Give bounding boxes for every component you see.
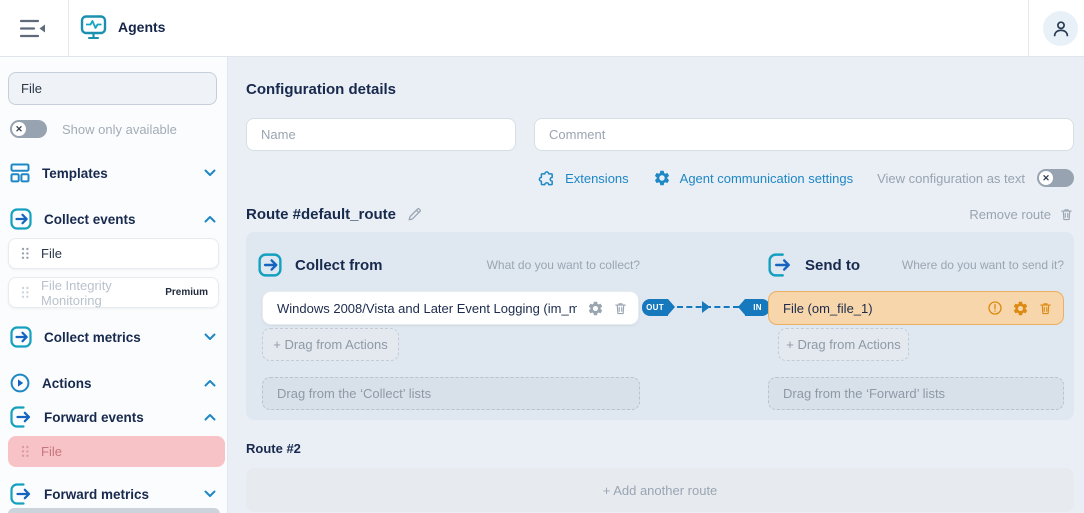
route-title: Route #default_route	[246, 206, 396, 223]
forward-item-file-selected[interactable]: File	[8, 436, 225, 467]
partially-visible-item	[8, 508, 220, 513]
collect-drag-from-actions-button[interactable]: + Drag from Actions	[262, 328, 399, 361]
toggle-off-icon: ✕	[1039, 171, 1053, 185]
header-divider-left	[68, 0, 69, 57]
gear-icon	[653, 169, 671, 187]
collect-item-label: File	[41, 246, 62, 261]
user-avatar[interactable]	[1043, 11, 1078, 46]
header-divider-right	[1028, 0, 1029, 57]
sidebar-section-templates[interactable]: Templates	[0, 160, 228, 186]
view-configuration-as-text-toggle[interactable]: ✕	[1037, 169, 1074, 187]
drag-from-actions-label: + Drag from Actions	[273, 337, 388, 352]
send-to-icon	[768, 253, 792, 277]
send-to-heading: Send to	[805, 257, 860, 274]
forward-item-label: File	[41, 444, 62, 459]
extensions-label: Extensions	[565, 171, 629, 186]
route-2-heading: Route #2	[246, 441, 301, 456]
send-hint: Where do you want to send it?	[902, 258, 1064, 272]
comment-field[interactable]	[534, 118, 1074, 151]
agent-communication-settings-link[interactable]: Agent communication settings	[653, 169, 853, 187]
chevron-up-icon	[204, 413, 216, 421]
drag-from-actions-label: + Drag from Actions	[786, 337, 901, 352]
collect-hint: What do you want to collect?	[487, 258, 640, 272]
sidebar-section-collect-events[interactable]: Collect events	[0, 206, 228, 232]
name-field[interactable]	[246, 118, 516, 151]
sidebar-section-label: Collect events	[44, 212, 136, 227]
collect-item-file-integrity-monitoring: File Integrity Monitoring Premium	[8, 277, 219, 308]
edit-route-name-icon[interactable]	[406, 206, 423, 223]
premium-badge: Premium	[165, 287, 208, 298]
page-title: Agents	[118, 19, 165, 35]
sidebar-section-label: Templates	[42, 166, 108, 181]
templates-icon	[10, 163, 30, 183]
agents-monitor-icon	[80, 14, 107, 40]
collect-module-label: Windows 2008/Vista and Later Event Loggi…	[277, 301, 577, 316]
app-window: Agents ✕ Show only available Templates	[0, 0, 1084, 513]
collect-events-icon	[10, 208, 32, 230]
sidebar-section-collect-metrics[interactable]: Collect metrics	[0, 324, 228, 350]
sidebar-section-label: Forward events	[44, 410, 144, 425]
module-delete-trash-icon[interactable]	[613, 301, 628, 316]
actions-play-icon	[10, 373, 30, 393]
configuration-panel: Configuration details Extensions Agent c…	[228, 57, 1084, 513]
collect-from-icon	[258, 253, 282, 277]
chevron-down-icon	[204, 333, 216, 341]
sidebar-section-label: Forward metrics	[44, 487, 149, 502]
puzzle-icon	[538, 169, 556, 187]
collect-from-heading: Collect from	[295, 257, 383, 274]
forward-events-icon	[10, 406, 32, 428]
drag-handle-icon	[21, 286, 30, 299]
send-drag-from-actions-button[interactable]: + Drag from Actions	[778, 328, 909, 361]
module-delete-trash-icon[interactable]	[1038, 301, 1053, 316]
chevron-up-icon	[204, 379, 216, 387]
view-configuration-as-text-label: View configuration as text	[877, 171, 1025, 186]
module-sidebar: ✕ Show only available Templates Collect …	[0, 57, 228, 513]
in-port-badge: IN	[745, 299, 770, 316]
trash-icon	[1059, 207, 1074, 222]
sidebar-section-forward-events[interactable]: Forward events	[0, 404, 228, 430]
route-editor-panel: Collect from What do you want to collect…	[246, 232, 1074, 420]
forward-drop-zone[interactable]: Drag from the ‘Forward’ lists	[768, 377, 1064, 410]
toggle-off-icon: ✕	[12, 122, 26, 136]
drag-handle-icon	[21, 247, 30, 260]
remove-route-button[interactable]: Remove route	[969, 207, 1074, 222]
show-only-available-toggle[interactable]: ✕	[10, 120, 47, 138]
send-module-file-om-file-1[interactable]: File (om_file_1)	[768, 291, 1064, 325]
extensions-link[interactable]: Extensions	[538, 169, 629, 187]
sidebar-section-actions[interactable]: Actions	[0, 370, 228, 396]
chevron-down-icon	[204, 169, 216, 177]
sidebar-section-forward-metrics[interactable]: Forward metrics	[0, 481, 228, 507]
collect-metrics-icon	[10, 326, 32, 348]
collect-drop-hint: Drag from the ‘Collect’ lists	[277, 386, 431, 401]
connection-arrow-icon	[702, 301, 710, 313]
collect-module-windows-event-logging[interactable]: Windows 2008/Vista and Later Event Loggi…	[262, 291, 639, 325]
send-module-label: File (om_file_1)	[783, 301, 873, 316]
out-port-badge: OUT	[642, 299, 668, 316]
collect-item-file[interactable]: File	[8, 238, 219, 269]
drag-handle-icon	[21, 445, 30, 458]
chevron-up-icon	[204, 215, 216, 223]
remove-route-label: Remove route	[969, 207, 1051, 222]
module-warning-icon[interactable]	[987, 300, 1003, 316]
add-another-route-button[interactable]: + Add another route	[246, 468, 1074, 512]
collect-drop-zone[interactable]: Drag from the ‘Collect’ lists	[262, 377, 640, 410]
chevron-down-icon	[204, 490, 216, 498]
add-another-route-label: + Add another route	[603, 483, 718, 498]
sidebar-filter-input[interactable]	[8, 72, 217, 105]
configuration-details-heading: Configuration details	[246, 81, 396, 98]
collapse-sidebar-icon[interactable]	[18, 16, 48, 40]
sidebar-section-label: Collect metrics	[44, 330, 141, 345]
forward-metrics-icon	[10, 483, 32, 505]
module-settings-gear-icon[interactable]	[1012, 300, 1029, 317]
show-only-available-label: Show only available	[62, 122, 177, 137]
sidebar-section-label: Actions	[42, 376, 92, 391]
top-header: Agents	[0, 0, 1084, 57]
forward-drop-hint: Drag from the ‘Forward’ lists	[783, 386, 945, 401]
collect-item-label: File Integrity Monitoring	[41, 278, 165, 308]
agent-communication-settings-label: Agent communication settings	[680, 171, 853, 186]
module-settings-gear-icon[interactable]	[587, 300, 604, 317]
